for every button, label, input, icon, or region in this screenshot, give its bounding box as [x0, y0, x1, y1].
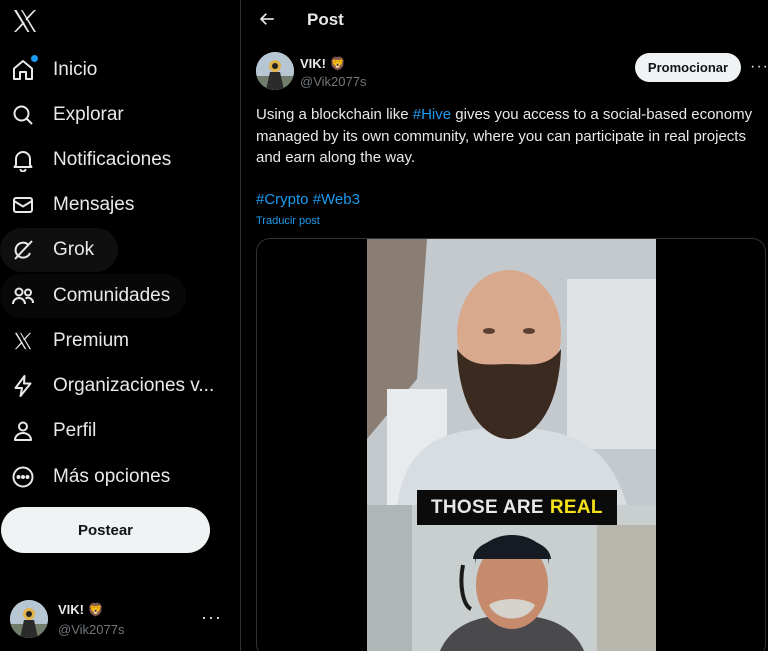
nav-label: Perfil: [53, 420, 97, 441]
account-switcher[interactable]: VIK! 🦁 @Vik2077s ···: [10, 597, 230, 641]
account-handle: @Vik2077s: [58, 621, 125, 637]
envelope-icon: [10, 192, 36, 218]
author-handle[interactable]: @Vik2077s: [300, 74, 366, 89]
more-icon[interactable]: ···: [201, 607, 222, 628]
nav-item-mas-opciones[interactable]: Más opciones: [0, 455, 182, 499]
grok-icon: [10, 237, 36, 263]
nav-label: Premium: [53, 330, 130, 351]
post-text: Using a blockchain like #Hive gives you …: [256, 104, 761, 169]
caption-yellow-text: REAL: [549, 496, 603, 518]
nav-label: Organizaciones v...: [53, 375, 215, 396]
author-avatar[interactable]: [256, 52, 294, 90]
person-icon: [10, 418, 36, 444]
nav-label: Mensajes: [53, 194, 135, 215]
more-circle-icon: [10, 464, 36, 490]
nav-label: Explorar: [53, 104, 124, 125]
author-name[interactable]: VIK! 🦁: [300, 56, 346, 72]
nav-item-explorar[interactable]: Explorar: [0, 93, 136, 137]
video-card[interactable]: THOSE ARE REAL: [256, 238, 766, 651]
avatar: [10, 600, 48, 638]
hashtag-crypto-link[interactable]: #Crypto: [256, 191, 309, 208]
back-arrow-icon[interactable]: [256, 8, 278, 30]
bell-icon: [10, 147, 36, 173]
caption-white-text: THOSE ARE: [431, 496, 544, 518]
nav-item-notificaciones[interactable]: Notificaciones: [0, 138, 183, 182]
main-column: Post VIK! 🦁 @Vik2077s Promocionar ··· Us…: [242, 0, 768, 651]
nav-item-perfil[interactable]: Perfil: [0, 409, 108, 453]
nav-label: Comunidades: [53, 285, 171, 306]
home-icon: [10, 55, 38, 83]
account-name: VIK! 🦁: [58, 601, 104, 617]
search-icon: [10, 102, 36, 128]
video-caption: THOSE ARE REAL: [417, 490, 617, 525]
sidebar: Inicio Explorar Notificaciones Mensajes: [0, 0, 241, 651]
page-title: Post: [307, 10, 344, 29]
video-frame-bottom: [367, 505, 656, 651]
nav-item-comunidades[interactable]: Comunidades: [0, 274, 186, 318]
hashtag-hive-link[interactable]: #Hive: [413, 106, 451, 123]
nav-label: Grok: [53, 239, 95, 260]
notification-dot: [31, 55, 38, 62]
nav-item-premium[interactable]: Premium: [0, 319, 141, 363]
post-text-start: Using a blockchain like: [256, 106, 413, 123]
hashtag-web3-link[interactable]: #Web3: [313, 191, 360, 208]
x-logo-icon[interactable]: [10, 6, 40, 36]
video-frame-top: [367, 239, 656, 505]
nav-label: Notificaciones: [53, 149, 172, 170]
nav-item-inicio[interactable]: Inicio: [0, 48, 109, 92]
app-window: Inicio Explorar Notificaciones Mensajes: [0, 0, 768, 651]
nav-label: Inicio: [53, 59, 98, 80]
people-icon: [10, 283, 36, 309]
lightning-icon: [10, 373, 36, 399]
translate-post-link[interactable]: Traducir post: [256, 215, 320, 227]
promote-button[interactable]: Promocionar: [635, 53, 741, 82]
more-icon[interactable]: ···: [750, 58, 768, 76]
nav-item-mensajes[interactable]: Mensajes: [0, 183, 146, 227]
nav-label: Más opciones: [53, 466, 171, 487]
post-button[interactable]: Postear: [1, 507, 210, 553]
nav-item-grok[interactable]: Grok: [0, 228, 118, 272]
nav-item-organizaciones[interactable]: Organizaciones v...: [0, 364, 226, 408]
x-logo-icon: [10, 328, 36, 354]
video-player[interactable]: THOSE ARE REAL: [367, 239, 656, 651]
hashtags: #Crypto #Web3: [256, 191, 360, 208]
